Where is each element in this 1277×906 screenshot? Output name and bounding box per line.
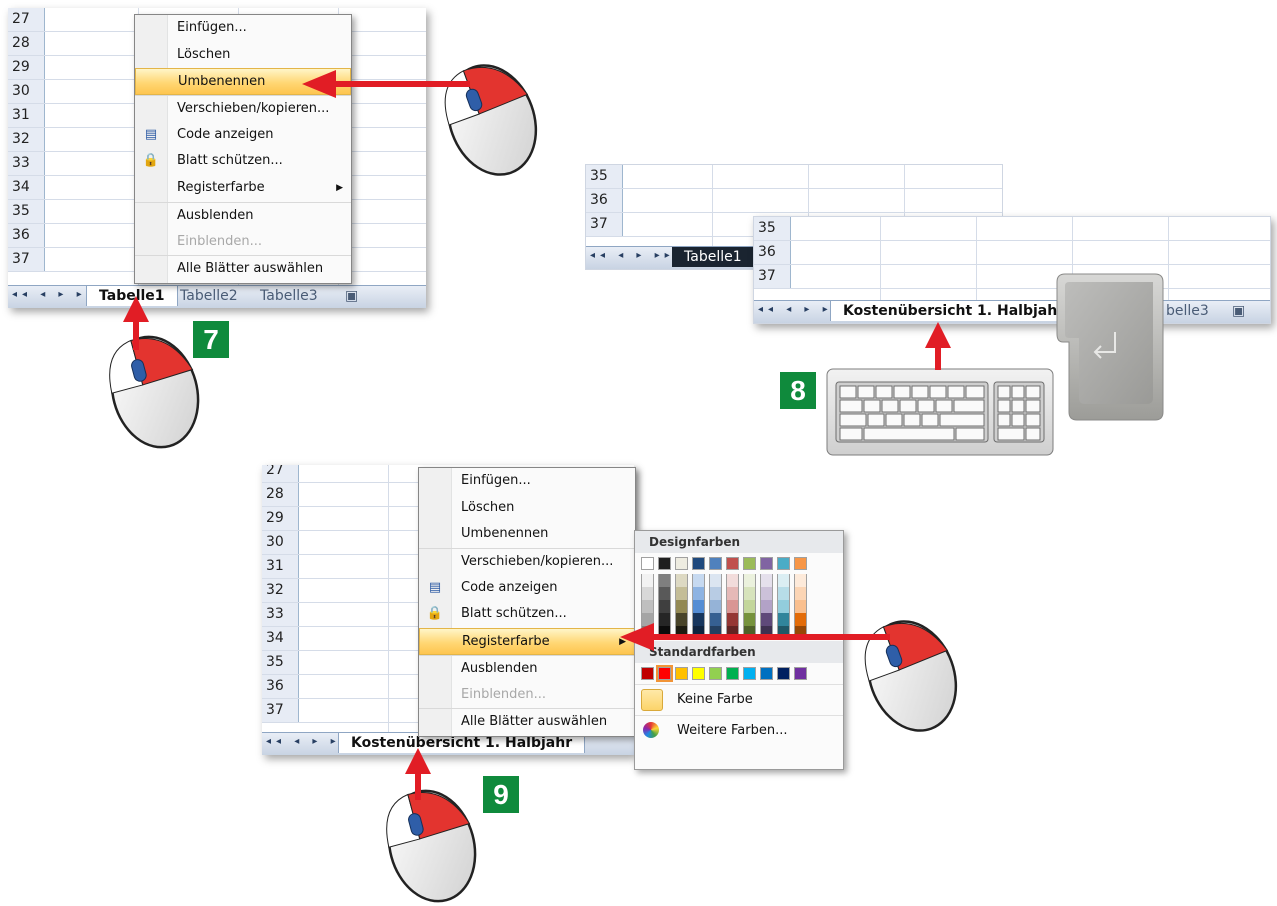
arrow-icon bbox=[302, 70, 470, 98]
mouse-icon bbox=[852, 607, 972, 745]
mouse-icon bbox=[432, 51, 552, 189]
arrow-icon bbox=[925, 322, 951, 370]
mouse-icon bbox=[375, 779, 489, 906]
arrow-icon bbox=[620, 623, 890, 651]
annotation-overlay bbox=[98, 51, 972, 906]
mouse-icon bbox=[98, 325, 212, 459]
